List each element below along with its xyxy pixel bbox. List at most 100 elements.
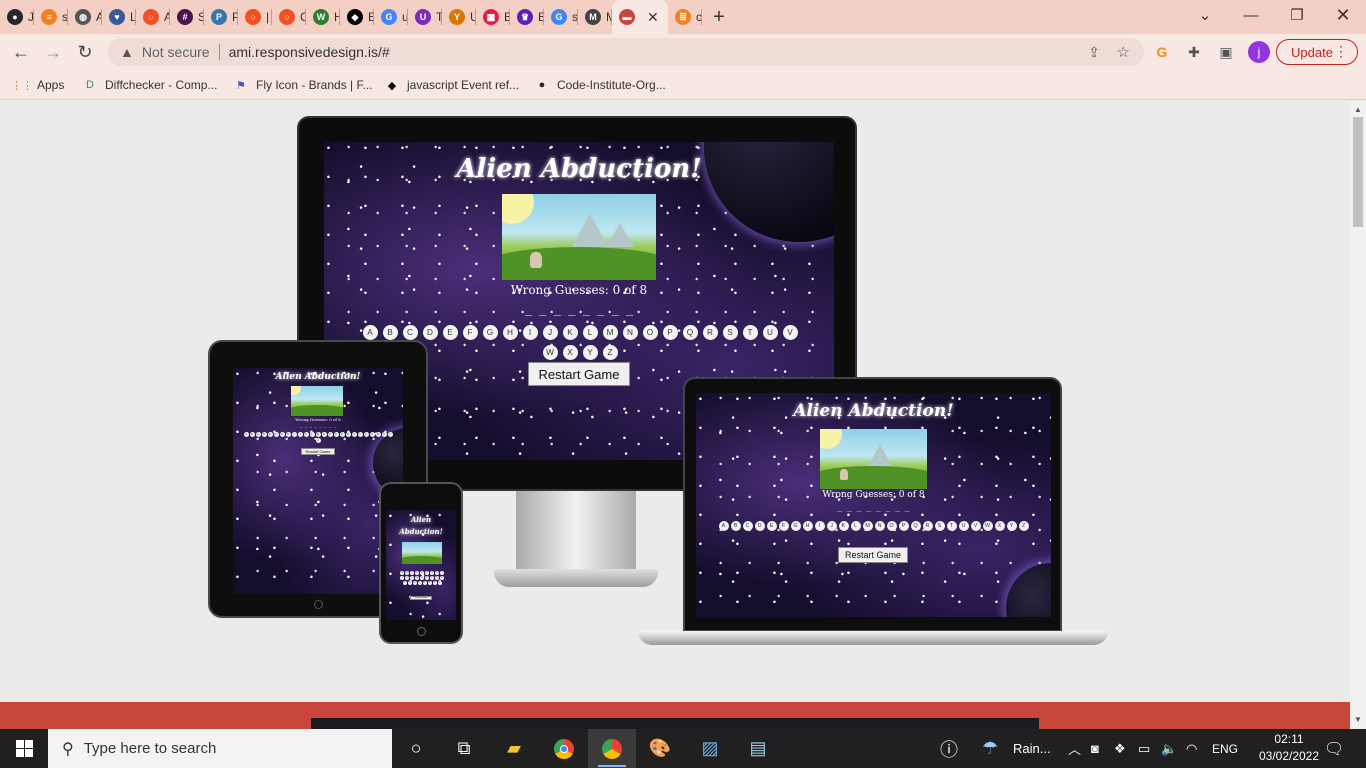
- task-view-icon[interactable]: ⧉: [440, 729, 488, 768]
- notepad-icon[interactable]: ▤: [734, 729, 782, 768]
- letter-key[interactable]: U: [363, 432, 369, 437]
- profile-avatar[interactable]: j: [1248, 41, 1270, 63]
- letter-key[interactable]: F: [425, 571, 429, 575]
- letter-key[interactable]: T: [946, 521, 957, 531]
- letter-key[interactable]: G: [482, 325, 498, 340]
- letter-key[interactable]: E: [267, 432, 273, 437]
- help-icon[interactable]: ⓘ: [940, 729, 958, 768]
- url-text[interactable]: ami.responsivedesign.is/#: [229, 44, 390, 60]
- browser-tab[interactable]: ♥Lo: [102, 0, 136, 34]
- letter-key[interactable]: J: [826, 521, 837, 531]
- letter-key[interactable]: P: [662, 325, 678, 340]
- browser-tab[interactable]: ○Ad: [136, 0, 170, 34]
- chrome-profile-icon[interactable]: [588, 729, 636, 768]
- letter-key[interactable]: Y: [432, 581, 437, 585]
- letter-key[interactable]: L: [309, 432, 315, 437]
- extensions-puzzle-icon[interactable]: ✚: [1184, 42, 1204, 62]
- page-scrollbar[interactable]: ▲ ▼: [1350, 101, 1366, 729]
- letter-key[interactable]: Y: [387, 432, 393, 437]
- letter-key[interactable]: W: [542, 345, 558, 360]
- restart-game-button[interactable]: Restart Game: [528, 362, 630, 386]
- letter-key[interactable]: A: [400, 571, 404, 575]
- letter-key[interactable]: J: [542, 325, 558, 340]
- letter-key[interactable]: O: [642, 325, 658, 340]
- letter-key[interactable]: M: [602, 325, 618, 340]
- chrome-icon[interactable]: [540, 729, 588, 768]
- letter-key[interactable]: I: [291, 432, 297, 437]
- weather-umbrella-icon[interactable]: ☂: [982, 729, 998, 768]
- bookmark-item[interactable]: ◆ javascript Event ref...: [384, 76, 519, 94]
- letter-key[interactable]: Q: [910, 521, 921, 531]
- system-clock[interactable]: 02:11 03/02/2022: [1255, 731, 1323, 765]
- battery-icon[interactable]: ▭: [1138, 729, 1150, 768]
- letter-key[interactable]: E: [420, 571, 424, 575]
- letter-key[interactable]: U: [412, 581, 417, 585]
- wifi-icon[interactable]: ◠: [1186, 729, 1197, 768]
- update-button[interactable]: Update ⋮: [1276, 39, 1358, 65]
- letter-key[interactable]: O: [425, 576, 429, 580]
- restore-button[interactable]: ❐: [1274, 0, 1320, 30]
- letter-key[interactable]: G: [279, 432, 285, 437]
- browser-tab[interactable]: ♛Be: [510, 0, 544, 34]
- letter-key[interactable]: V: [970, 521, 981, 531]
- letter-key[interactable]: J: [400, 576, 404, 580]
- close-window-button[interactable]: ✕: [1320, 0, 1366, 30]
- restart-game-button[interactable]: Restart Game: [301, 448, 335, 455]
- letter-key[interactable]: F: [273, 432, 279, 437]
- security-label[interactable]: Not secure: [142, 44, 210, 60]
- letter-key[interactable]: F: [462, 325, 478, 340]
- letter-key[interactable]: A: [718, 521, 729, 531]
- letter-key[interactable]: R: [922, 521, 933, 531]
- search-placeholder[interactable]: Type here to search: [84, 740, 217, 757]
- browser-tab[interactable]: ○| C: [238, 0, 272, 34]
- letter-key[interactable]: X: [994, 521, 1005, 531]
- language-indicator[interactable]: ENG: [1212, 729, 1238, 768]
- letter-key[interactable]: B: [382, 325, 398, 340]
- letter-key[interactable]: C: [410, 571, 414, 575]
- tab-search-icon[interactable]: ⌄: [1182, 0, 1228, 30]
- letter-key[interactable]: D: [422, 325, 438, 340]
- scroll-up-arrow-icon[interactable]: ▲: [1354, 105, 1362, 114]
- letter-key[interactable]: A: [362, 325, 378, 340]
- letter-key[interactable]: S: [402, 581, 407, 585]
- letter-key[interactable]: I: [522, 325, 538, 340]
- letter-key[interactable]: I: [814, 521, 825, 531]
- close-tab-icon[interactable]: ✕: [647, 9, 659, 26]
- letter-key[interactable]: G: [790, 521, 801, 531]
- browser-tab[interactable]: Gsta: [544, 0, 578, 34]
- letter-key[interactable]: H: [802, 521, 813, 531]
- letter-key[interactable]: L: [850, 521, 861, 531]
- file-explorer-icon[interactable]: ▰: [490, 729, 538, 768]
- letter-key[interactable]: C: [742, 521, 753, 531]
- letter-key[interactable]: L: [582, 325, 598, 340]
- restart-game-button[interactable]: Restart Game: [410, 596, 432, 600]
- letter-key[interactable]: C: [402, 325, 418, 340]
- cortana-icon[interactable]: ○: [392, 729, 440, 768]
- scrollbar-thumb[interactable]: [1353, 117, 1363, 227]
- browser-tab[interactable]: ●Jar: [0, 0, 34, 34]
- star-icon[interactable]: ☆: [1117, 43, 1130, 61]
- browser-tab[interactable]: ◆Ele: [340, 0, 374, 34]
- letter-key[interactable]: F: [778, 521, 789, 531]
- letter-key[interactable]: K: [303, 432, 309, 437]
- letter-key[interactable]: R: [440, 576, 444, 580]
- letter-key[interactable]: Z: [315, 438, 321, 443]
- letter-key[interactable]: E: [442, 325, 458, 340]
- letter-key[interactable]: B: [405, 571, 409, 575]
- dropbox-icon[interactable]: ❖: [1114, 729, 1126, 768]
- menu-dots-icon[interactable]: ⋮: [1334, 43, 1348, 60]
- letter-key[interactable]: K: [838, 521, 849, 531]
- letter-key[interactable]: D: [754, 521, 765, 531]
- letter-key[interactable]: H: [435, 571, 439, 575]
- letter-key[interactable]: L: [410, 576, 414, 580]
- letter-key[interactable]: Q: [435, 576, 439, 580]
- letter-key[interactable]: X: [562, 345, 578, 360]
- browser-tab[interactable]: UTh: [408, 0, 442, 34]
- letter-key[interactable]: C: [255, 432, 261, 437]
- letter-key[interactable]: B: [249, 432, 255, 437]
- notifications-icon[interactable]: 🗨: [1324, 729, 1344, 768]
- letter-key[interactable]: T: [742, 325, 758, 340]
- photos-icon[interactable]: ▨: [686, 729, 734, 768]
- browser-tab[interactable]: MMa: [578, 0, 612, 34]
- side-panel-icon[interactable]: ▣: [1216, 42, 1236, 62]
